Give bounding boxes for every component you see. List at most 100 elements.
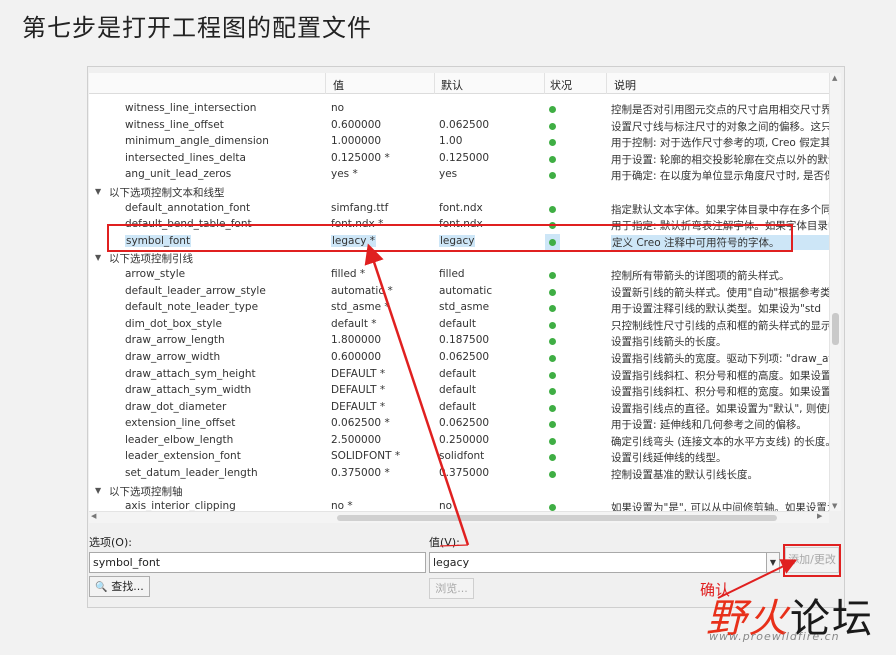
find-button-label: 查找... [111,580,144,593]
option-name: witness_line_offset [125,118,224,131]
status-dot-icon [549,122,556,130]
status-dot-icon [549,454,556,462]
table-row[interactable]: leader_elbow_length 2.500000 0.250000 确定引线弯… [89,433,829,450]
browse-button[interactable]: 浏览... [429,578,474,599]
option-group-row[interactable]: ▼ 以下选项控制文本和线型 [89,184,829,201]
scrollbar-thumb[interactable] [337,515,777,521]
table-row[interactable]: draw_attach_sym_height DEFAULT * default 设置… [89,367,829,384]
option-name: leader_elbow_length [125,433,234,446]
table-row[interactable]: draw_dot_diameter DEFAULT * default 设置指引线点的… [89,400,829,417]
option-name: set_datum_leader_length [125,467,258,480]
col-separator[interactable] [544,73,545,94]
table-row[interactable]: arrow_style filled * filled 控制所有带箭头的详图项的箭头样… [89,267,829,284]
option-name: draw_attach_sym_height [125,367,256,380]
status-dot-icon [549,421,556,429]
option-default: no [439,500,453,511]
scrollbar-thumb[interactable] [832,313,839,345]
table-row[interactable]: dim_dot_box_style default * default 只控制线性尺寸… [89,317,829,334]
group-label: 以下选项控制轴 [109,485,183,498]
option-default: default [439,384,476,397]
option-group-row[interactable]: ▼ 以下选项控制引线 [89,250,829,267]
option-value: yes * [331,168,358,181]
col-header-default[interactable]: 默认 [441,77,463,93]
collapse-arrow-icon[interactable]: ▼ [95,486,101,495]
col-header-description[interactable]: 说明 [614,77,636,93]
option-description: 用于控制: 对于选作尺寸参考的项, Creo 假定其平 [611,137,829,150]
col-separator[interactable] [434,73,435,94]
table-header: 值 默认 状况 说明 [89,73,829,94]
option-default: 1.00 [439,135,463,148]
option-name: ang_unit_lead_zeros [125,168,232,181]
table-row[interactable]: leader_extension_font SOLIDFONT * solidfon… [89,449,829,466]
horizontal-scrollbar[interactable]: ◀ ▶ [89,511,829,523]
find-button[interactable]: 🔍 查找... [89,576,150,597]
scroll-down-icon[interactable]: ▼ [832,502,837,510]
search-icon: 🔍 [95,582,108,593]
status-dot-icon [549,338,556,346]
option-description: 设置指引线斜杠、积分号和框的宽度。如果设置为 [611,386,829,399]
option-value: default * [331,317,377,330]
option-description: 控制所有带箭头的详图项的箭头样式。 [611,269,790,282]
table-row[interactable]: ang_unit_lead_zeros yes * yes 用于确定: 在以度为单位显… [89,167,829,184]
table-row[interactable]: extension_line_offset 0.062500 * 0.062500 用… [89,416,829,433]
status-dot-icon [549,139,556,147]
options-table[interactable]: 值 默认 状况 说明 witness_line_intersection no 控制… [89,73,829,511]
option-description: 设置新引线的箭头样式。使用"自动"根据参考类型 [611,286,829,299]
table-row[interactable]: default_annotation_font simfang.ttf font.n… [89,201,829,218]
config-options-dialog: 值 默认 状况 说明 witness_line_intersection no 控制… [87,66,845,608]
table-row[interactable]: witness_line_offset 0.600000 0.062500 设置尺寸线… [89,118,829,135]
option-value: DEFAULT * [331,384,386,397]
scroll-right-icon[interactable]: ▶ [817,512,822,520]
table-row[interactable]: witness_line_intersection no 控制是否对引用图元交点的尺… [89,101,829,118]
value-select[interactable]: legacy [429,552,767,573]
option-name: default_annotation_font [125,201,251,214]
option-default: 0.062500 [439,350,490,363]
step-heading: 第七步是打开工程图的配置文件 [22,14,372,42]
scroll-up-icon[interactable]: ▲ [832,74,837,82]
option-value: no * [331,500,353,511]
table-body: witness_line_intersection no 控制是否对引用图元交点的尺… [89,101,829,511]
option-input[interactable]: symbol_font [89,552,426,573]
option-value: 0.600000 [331,118,382,131]
table-row[interactable]: default_note_leader_type std_asme * std_as… [89,300,829,317]
table-row[interactable]: set_datum_leader_length 0.375000 * 0.37500… [89,466,829,483]
status-dot-icon [549,271,556,279]
option-default: 0.062500 [439,417,490,430]
option-description: 用于设置: 轮廓的相交投影轮廓在交点以外的默认投 [611,153,829,166]
option-description: 只控制线性尺寸引线的点和框的箭头样式的显示。 [611,319,829,332]
collapse-arrow-icon[interactable]: ▼ [95,253,101,262]
option-default: default [439,317,476,330]
status-dot-icon [549,288,556,296]
vertical-scrollbar[interactable]: ▲ ▼ [829,73,841,511]
option-description: 设置指引线点的直径。如果设置为"默认", 则使用 [611,402,829,415]
option-default: 0.062500 [439,118,490,131]
status-dot-icon [549,321,556,329]
col-separator[interactable] [325,73,326,94]
table-row[interactable]: axis_interior_clipping no * no 如果设置为"是", 可以… [89,499,829,511]
chevron-down-icon[interactable]: ▼ [766,552,780,573]
table-row[interactable]: draw_arrow_width 0.600000 0.062500 设置指引线箭头的… [89,350,829,367]
option-default: 0.250000 [439,433,490,446]
status-dot-icon [549,388,556,396]
option-description: 确定引线弯头 (连接文本的水平方支线) 的长度。 [611,435,829,448]
table-row[interactable]: minimum_angle_dimension 1.000000 1.00 用于控制:… [89,134,829,151]
scroll-left-icon[interactable]: ◀ [91,512,96,520]
table-row[interactable]: intersected_lines_delta 0.125000 * 0.12500… [89,151,829,168]
col-separator[interactable] [606,73,607,94]
option-value: 0.600000 [331,350,382,363]
col-header-status[interactable]: 状况 [550,77,572,93]
option-group-row[interactable]: ▼ 以下选项控制轴 [89,483,829,500]
option-value: SOLIDFONT * [331,450,401,463]
table-row[interactable]: draw_arrow_length 1.800000 0.187500 设置指引线箭头… [89,333,829,350]
status-dot-icon [549,471,556,479]
option-name: leader_extension_font [125,450,241,463]
status-dot-icon [549,371,556,379]
option-value: 1.800000 [331,334,382,347]
option-name: dim_dot_box_style [125,317,222,330]
table-row[interactable]: default_leader_arrow_style automatic * aut… [89,284,829,301]
option-default: solidfont [439,450,485,463]
collapse-arrow-icon[interactable]: ▼ [95,187,101,196]
option-name: witness_line_intersection [125,102,257,114]
col-header-value[interactable]: 值 [333,77,344,93]
table-row[interactable]: draw_attach_sym_width DEFAULT * default 设置指… [89,383,829,400]
